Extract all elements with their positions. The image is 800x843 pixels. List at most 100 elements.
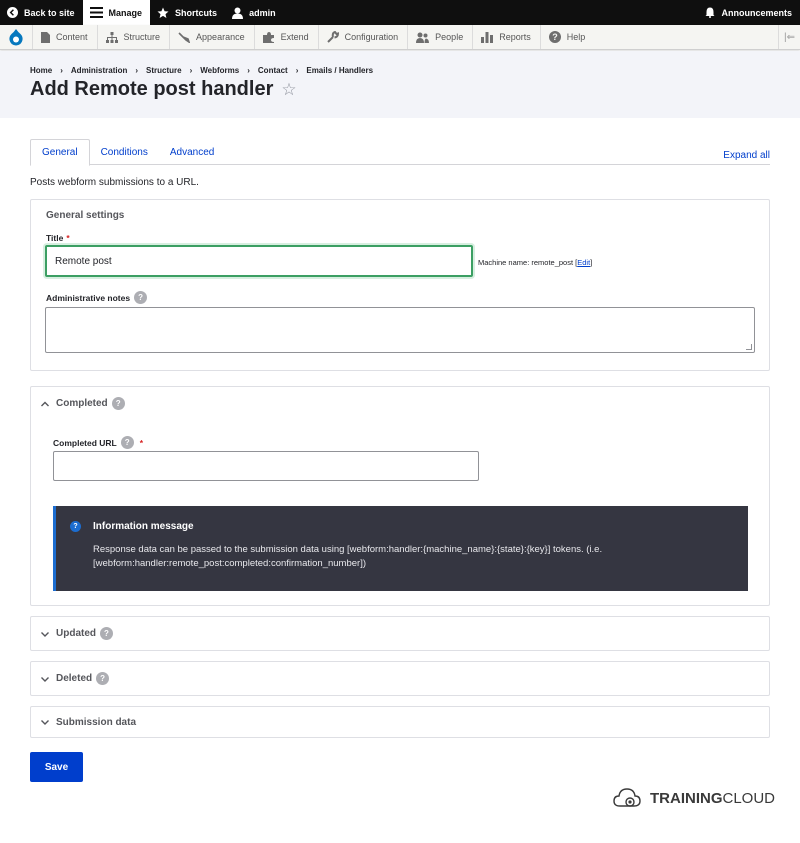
general-settings-fieldset: General settings Title * Remote post Mach… (30, 199, 770, 371)
tray-item-help[interactable]: ? Help (539, 25, 595, 49)
admin-notes-label-text: Administrative notes (46, 292, 131, 303)
tray-item-label: Configuration (344, 32, 399, 42)
drupal-logo-icon[interactable] (0, 25, 32, 49)
help-icon[interactable]: ? (111, 397, 125, 410)
tray-orientation-toggle-icon[interactable]: |⇐ (778, 25, 800, 49)
hamburger-icon (89, 7, 103, 18)
tab-conditions[interactable]: Conditions (90, 139, 159, 165)
deleted-details: Deleted? (30, 661, 770, 696)
breadcrumb-link[interactable]: Contact (258, 66, 288, 75)
tray-item-label: Reports (499, 32, 531, 42)
chevron-down-icon (41, 720, 49, 725)
brand-part1: TRAINING (650, 789, 723, 807)
help-icon[interactable]: ? (96, 672, 110, 685)
updated-summary-label: Updated (56, 628, 96, 639)
updated-details: Updated? (30, 616, 770, 651)
title-input[interactable]: Remote post (45, 245, 473, 277)
deleted-summary[interactable]: Deleted? (39, 672, 110, 685)
vertical-tabs-nav: General Conditions Advanced (30, 139, 770, 166)
breadcrumb-separator: › (295, 66, 299, 75)
updated-summary[interactable]: Updated? (39, 627, 113, 640)
user-tab[interactable]: admin (225, 0, 284, 25)
tray-item-content[interactable]: Content (32, 25, 97, 49)
submission-data-summary[interactable]: Submission data (39, 716, 136, 728)
breadcrumb-link[interactable]: Home (30, 66, 52, 75)
puzzle-icon (262, 31, 274, 43)
user-icon (232, 7, 244, 19)
breadcrumb-link[interactable]: Emails / Handlers (306, 66, 373, 75)
machine-name-edit-link[interactable]: Edit (577, 258, 590, 267)
favorite-star-icon[interactable]: ☆ (281, 80, 296, 100)
completed-summary[interactable]: Completed? (39, 397, 125, 410)
page-title: Add Remote post handler ☆ (30, 78, 297, 101)
tray-item-reports[interactable]: Reports (472, 25, 540, 49)
tray-item-structure[interactable]: Structure (96, 25, 170, 49)
back-arrow-icon (7, 7, 18, 18)
shortcuts-label: Shortcuts (175, 7, 218, 18)
page-title-text: Add Remote post handler (30, 78, 274, 100)
chevron-down-icon (41, 676, 49, 682)
help-icon[interactable]: ? (120, 436, 134, 449)
submission-data-summary-label: Submission data (56, 716, 137, 728)
user-label: admin (249, 7, 276, 18)
tab-advanced[interactable]: Advanced (159, 139, 225, 165)
chevron-down-icon (41, 631, 49, 637)
back-to-site-link[interactable]: Back to site (0, 0, 83, 25)
back-to-site-label: Back to site (24, 7, 75, 18)
title-input-value: Remote post (55, 255, 112, 267)
breadcrumb-separator: › (189, 66, 193, 75)
tray-item-appearance[interactable]: Appearance (169, 25, 254, 49)
information-message: ? Information message Response data can … (53, 506, 748, 591)
completed-url-label: Completed URL? * (53, 436, 143, 449)
general-settings-legend: General settings (46, 210, 125, 221)
svg-text:?: ? (552, 32, 558, 42)
tray-item-label: Structure (123, 32, 161, 42)
resize-handle-icon[interactable] (746, 344, 752, 350)
admin-notes-textarea[interactable] (45, 307, 755, 353)
machine-name-text: Machine name: remote_post (478, 258, 576, 267)
people-icon (416, 32, 430, 43)
announcements-tab[interactable]: Announcements (698, 0, 800, 25)
paintbrush-icon (178, 31, 191, 43)
breadcrumb: Home › Administration › Structure › Webform… (30, 66, 373, 75)
breadcrumb-separator: › (60, 66, 63, 75)
announcements-label: Announcements (721, 7, 792, 18)
tray-item-label: Content (56, 32, 88, 42)
tab-general[interactable]: General (30, 139, 90, 166)
save-button[interactable]: Save (30, 752, 83, 782)
info-message-body: Response data can be passed to the submi… (93, 544, 603, 569)
manage-tab[interactable]: Manage (82, 0, 151, 25)
tray-item-people[interactable]: People (407, 25, 472, 49)
bell-icon (705, 7, 715, 18)
breadcrumb-link[interactable]: Administration (71, 66, 127, 75)
help-icon[interactable]: ? (134, 291, 148, 304)
breadcrumb-link[interactable]: Structure (146, 66, 182, 75)
manage-label: Manage (108, 7, 143, 18)
admin-notes-label: Administrative notes? (46, 291, 148, 304)
admin-toolbar: Back to site Manage Shortcuts admin Anno… (0, 0, 800, 25)
tray-item-label: Extend (280, 32, 309, 42)
wrench-icon (326, 31, 339, 43)
tray-item-extend[interactable]: Extend (253, 25, 318, 49)
page-header: Home › Administration › Structure › Webform… (0, 51, 800, 118)
title-label-text: Title (46, 233, 64, 243)
info-message-title: Information message (93, 521, 194, 532)
tray-item-label: Help (566, 32, 586, 42)
document-icon (41, 31, 50, 43)
completed-url-input[interactable] (53, 451, 479, 481)
breadcrumb-separator: › (135, 66, 139, 75)
structure-icon (105, 31, 118, 43)
bar-chart-icon (481, 31, 494, 43)
completed-url-label-text: Completed URL (53, 437, 117, 448)
breadcrumb-link[interactable]: Webforms (200, 66, 239, 75)
tray-item-label: Appearance (196, 32, 245, 42)
tray-item-configuration[interactable]: Configuration (317, 25, 408, 49)
expand-all-link[interactable]: Expand all (723, 150, 770, 161)
chevron-up-icon (41, 401, 49, 406)
deleted-summary-label: Deleted (56, 673, 93, 684)
shortcuts-tab[interactable]: Shortcuts (150, 0, 225, 25)
help-icon[interactable]: ? (100, 627, 113, 640)
info-icon: ? (70, 521, 81, 532)
machine-name: Machine name: remote_post [Edit] (478, 258, 593, 267)
help-circle-icon: ? (548, 31, 561, 43)
